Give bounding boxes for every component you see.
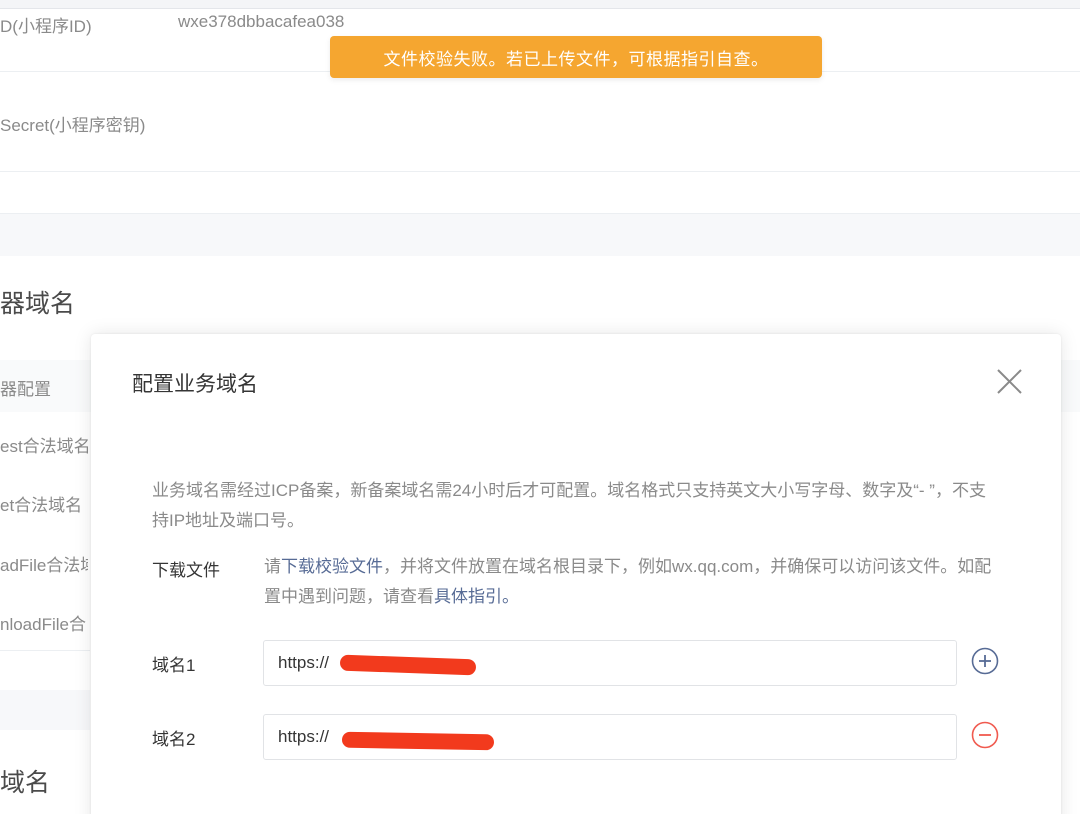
nav-item-server-config: 器配置: [0, 380, 51, 399]
dialog-title: 配置业务域名: [132, 373, 258, 396]
domain2-value: https://: [278, 727, 330, 746]
add-domain-button[interactable]: [970, 646, 1000, 676]
domain1-value: https://: [278, 653, 330, 672]
download-file-label: 下载文件: [152, 561, 220, 580]
section-gap-2: [0, 690, 90, 730]
toast-message: 文件校验失败。若已上传文件，可根据指引自查。: [383, 49, 769, 69]
nav-item-download-domain: nloadFile合: [0, 615, 86, 634]
domain1-label: 域名1: [152, 656, 196, 675]
download-verify-file-link[interactable]: 下载校验文件: [281, 557, 383, 576]
configure-business-domain-dialog: 配置业务域名 业务域名需经过ICP备案，新备案域名需24小时后才可配置。域名格式…: [91, 334, 1061, 814]
top-strip: [0, 0, 1080, 9]
secret-label: Secret(小程序密钥): [0, 116, 146, 135]
appid-label: D(小程序ID): [0, 17, 92, 36]
nav-item-socket-domain: et合法域名: [0, 496, 83, 515]
dialog-description: 业务域名需经过ICP备案，新备案域名需24小时后才可配置。域名格式只支持英文大小…: [152, 481, 986, 530]
domain2-input[interactable]: https://: [263, 714, 957, 760]
download-text-before: 请: [264, 557, 281, 576]
redaction-mark: [339, 654, 477, 676]
plus-circle-icon: [971, 647, 999, 675]
domain2-label: 域名2: [152, 730, 196, 749]
business-domain-title: 域名: [0, 769, 51, 797]
close-icon: [997, 369, 1022, 394]
guide-link[interactable]: 具体指引: [434, 587, 502, 606]
nav-item-upload-domain: adFile合法域: [0, 556, 88, 575]
domain1-input[interactable]: https://: [263, 640, 957, 686]
appid-value: wxe378dbbacafea038: [178, 12, 345, 31]
blank-row: [0, 172, 1080, 214]
secret-row: Secret(小程序密钥): [0, 72, 1080, 172]
nav-item-request-domain: est合法域名: [0, 437, 88, 456]
redaction-mark: [341, 731, 495, 751]
download-text-after: 。: [502, 587, 519, 606]
section-gap: [0, 214, 1080, 256]
error-toast: 文件校验失败。若已上传文件，可根据指引自查。: [330, 36, 822, 78]
server-domain-title: 器域名: [0, 290, 76, 318]
divider: [0, 650, 90, 651]
remove-domain-button[interactable]: [970, 720, 1000, 750]
minus-circle-icon: [971, 721, 999, 749]
close-button[interactable]: [993, 366, 1025, 398]
download-instructions: 请下载校验文件，并将文件放置在域名根目录下，例如wx.qq.com，并确保可以访…: [264, 552, 1004, 612]
